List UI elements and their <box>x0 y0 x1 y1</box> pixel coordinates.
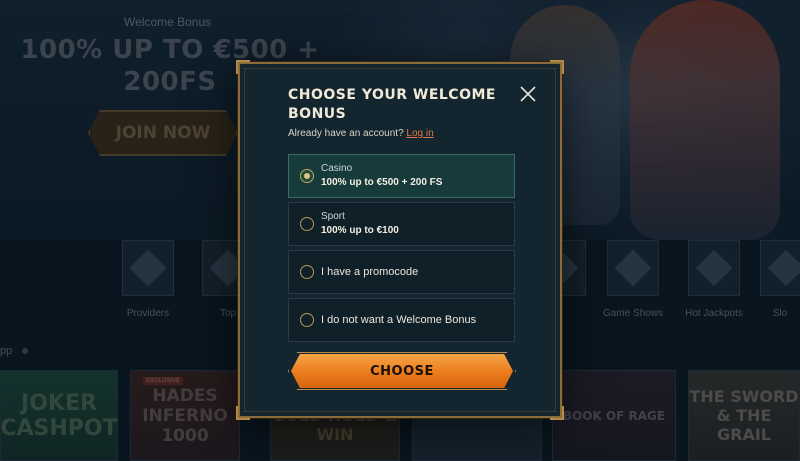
option-label: I have a promocode <box>321 266 419 278</box>
radio-button[interactable] <box>300 265 314 279</box>
bonus-option-none[interactable]: I do not want a Welcome Bonus <box>288 298 515 342</box>
modal-title: CHOOSE YOUR WELCOME BONUS <box>288 87 496 122</box>
option-text: Casino 100% up to €500 + 200 FS <box>321 162 442 190</box>
corner-ornament <box>236 406 250 420</box>
option-category: Sport <box>321 211 345 222</box>
close-icon <box>520 86 536 102</box>
close-button[interactable] <box>518 84 538 104</box>
login-link[interactable]: Log in <box>406 128 433 139</box>
corner-ornament <box>236 60 250 74</box>
bonus-option-promocode[interactable]: I have a promocode <box>288 250 515 294</box>
option-value: 100% up to €500 + 200 FS <box>321 177 443 188</box>
radio-button[interactable] <box>300 217 314 231</box>
bonus-option-casino[interactable]: Casino 100% up to €500 + 200 FS <box>288 154 515 198</box>
option-value: 100% up to €100 <box>321 225 399 236</box>
option-label: I do not want a Welcome Bonus <box>321 314 477 326</box>
option-text: Sport 100% up to €100 <box>321 210 399 238</box>
account-prompt: Already have an account? <box>288 128 404 139</box>
corner-ornament <box>550 60 564 74</box>
option-category: Casino <box>321 163 353 174</box>
radio-button[interactable] <box>300 169 314 183</box>
choose-button[interactable]: CHOOSE <box>291 354 513 388</box>
corner-ornament <box>550 406 564 420</box>
account-prompt-line: Already have an account? Log in <box>288 128 434 139</box>
bonus-option-sport[interactable]: Sport 100% up to €100 <box>288 202 515 246</box>
welcome-bonus-modal: CHOOSE YOUR WELCOME BONUS Already have a… <box>236 60 564 420</box>
radio-button[interactable] <box>300 313 314 327</box>
